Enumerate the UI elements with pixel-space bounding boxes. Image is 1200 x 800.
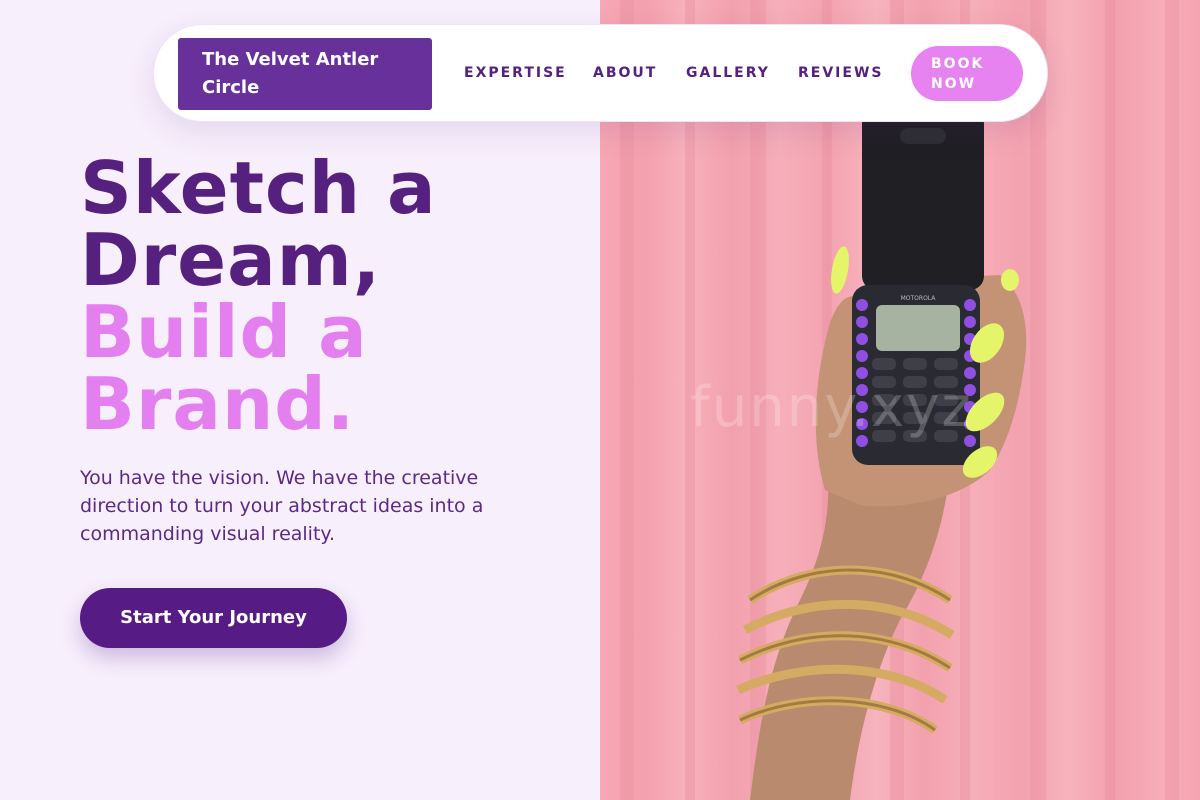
nav-link-gallery[interactable]: GALLERY [686, 65, 770, 81]
nav-link-about[interactable]: ABOUT [593, 65, 657, 81]
hero-headline: Sketch a Dream, Build a Brand. [80, 152, 437, 440]
image-watermark: funny.xyz [690, 375, 973, 440]
nav-link-reviews[interactable]: REVIEWS [798, 65, 883, 81]
phone-screen [876, 305, 960, 351]
headline-line-3: Build a [80, 290, 368, 374]
top-navbar: The Velvet Antler Circle EXPERTISE ABOUT… [153, 24, 1048, 122]
headline-line-1: Sketch a [80, 146, 437, 230]
brand-logo[interactable]: The Velvet Antler Circle [178, 38, 432, 110]
headline-line-2: Dream, [80, 218, 382, 302]
start-journey-button[interactable]: Start Your Journey [80, 588, 347, 648]
hero-description: You have the vision. We have the creativ… [80, 467, 484, 545]
book-now-button[interactable]: BOOK NOW [911, 46, 1023, 101]
nav-link-expertise[interactable]: EXPERTISE [464, 65, 567, 81]
phone-brand-label: MOTOROLA [901, 295, 937, 302]
headline-line-4: Brand. [80, 362, 356, 446]
